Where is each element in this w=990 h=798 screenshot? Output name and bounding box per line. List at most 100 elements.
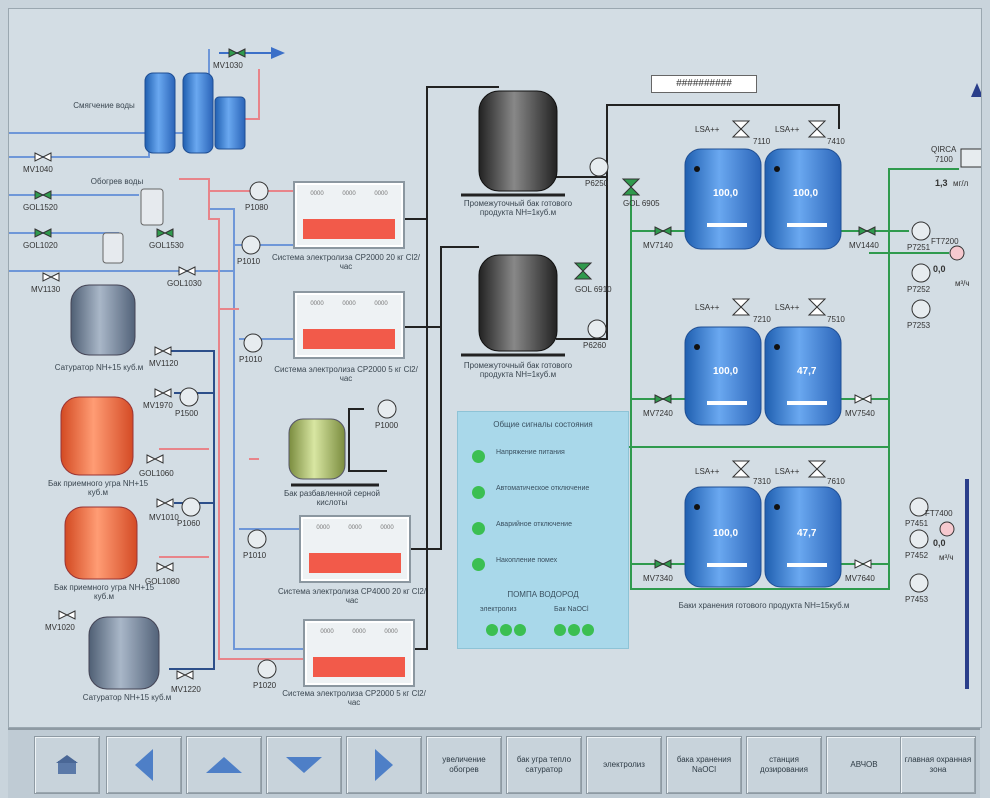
saturator-tank-1 [70,284,136,356]
sub-right-label: Бак NaOCl [554,606,589,613]
status-ok-icon [554,624,566,636]
pump-tag: P1080 [245,203,269,212]
flow2-tag: FT7400 [925,509,953,518]
intermediate-tank-1 [478,90,558,192]
alarm-bar [309,553,401,573]
home-button[interactable] [34,736,100,794]
electrolysis-unit-2[interactable]: 0000 0000 0000 [293,291,405,359]
arrow-down-icon [286,757,322,773]
intermediate-tank-2 [478,254,558,352]
tank-tag: 7610 [827,477,845,486]
status-ok-icon [582,624,594,636]
arrow-right-icon [375,749,393,781]
tank-level-6: 47,7 [797,528,817,539]
tank-level-3: 100,0 [713,366,739,377]
pump-tag: P7252 [907,285,931,294]
status-row: Аварийное отключение [472,518,622,540]
softener-tanks [144,72,246,154]
valve-tag: MV1440 [849,241,879,250]
nav-button-electrolysis[interactable]: электролиз [586,736,662,794]
nav-button-storage[interactable]: бака хранения NaOCl [666,736,742,794]
valve-tag: MV1020 [45,623,75,632]
pump-tag: P7253 [907,321,931,330]
valve-tag: GOL1030 [167,279,202,288]
alarm-bar [313,657,405,677]
status-ok-icon [472,450,485,463]
qirca-label: QIRCA [931,145,957,154]
status-ok-icon [514,624,526,636]
status-ok-icon [472,558,485,571]
electrolysis-unit-1[interactable]: 0000 0000 0000 [293,181,405,249]
qirca-tag: 7100 [935,155,953,164]
electrolysis-caption: Система электролиза CP2000 5 кг Cl2/час [282,689,426,707]
heater [140,188,164,226]
inter1-label: Промежуточный бак готового продукта NH=1… [463,199,573,217]
valve-tag: MV7540 [845,409,875,418]
outlet-arrow-icon [271,47,285,59]
lsa-tag: LSA++ [695,125,720,134]
lsa-tag: LSA++ [775,125,800,134]
storage-label: Баки хранения готового продукта NH=15куб… [678,601,850,610]
nav-button-saturator[interactable]: бак угра тепло сатуратор [506,736,582,794]
tank-tag: 7510 [827,315,845,324]
nav-button-main[interactable]: главная охранная зона [900,736,976,794]
lsa-tag: LSA++ [695,467,720,476]
electrolysis-unit-3[interactable]: 0000 0000 0000 [299,515,411,583]
home-icon [56,755,78,774]
flow-arrow-icon [971,83,981,97]
status-row: Накопление помех [472,554,622,576]
qirca-value: 1,3 [935,178,948,188]
nav-button-heating[interactable]: увеличение обогрев [426,736,502,794]
down-arrow-button[interactable] [266,736,342,794]
status-ok-icon [500,624,512,636]
qirca-unit: мг/л [953,179,969,188]
sub-left-label: электролиз [480,606,517,613]
valve-tag: GOL 6905 [623,199,660,208]
pump-tag: P1010 [239,355,263,364]
status-row: Напряжение питания [472,446,622,468]
right-arrow-button[interactable] [346,736,422,794]
heater-label: Обогрев воды [90,177,144,186]
pump-tag: P1020 [253,681,277,690]
inter2-label: Промежуточный бак готового продукта NH=1… [463,361,573,379]
tank-tag: 7310 [753,477,771,486]
valve-tag: GOL1020 [23,241,58,250]
brine1-label: Бак приемного угра NH+15 куб.м [47,479,149,497]
tank-level-4: 47,7 [797,366,817,377]
up-arrow-button[interactable] [186,736,262,794]
flowmeter-icons [939,245,965,537]
valve-tag: MV1120 [149,359,179,368]
status-ok-icon [472,522,485,535]
valve-tag: MV1040 [23,165,53,174]
pump-tag: P1010 [243,551,267,560]
saturator-tank-2 [88,616,160,690]
valve-tag: MV1970 [143,401,173,410]
pump-tag: P1000 [375,421,399,430]
electrolysis-unit-4[interactable]: 0000 0000 0000 [303,619,415,687]
nav-button-dosing[interactable]: станция дозирования [746,736,822,794]
status-row: Автоматическое отключение [472,482,622,504]
flow1-unit: м³/ч [955,279,970,288]
acid-label: Бак разбавленной серной кислоты [283,489,381,507]
valve-tag: GOL1530 [149,241,184,250]
pump-tag: P1060 [177,519,201,528]
status-ok-icon [568,624,580,636]
nav-button-alarms[interactable]: АВЧОВ [826,736,902,794]
status-title: Общие сигналы состояния [493,420,593,429]
pump-tag: P6250 [585,179,609,188]
electrolysis-caption: Система электролиза CP2000 5 кг Cl2/час [274,365,418,383]
pump-tag: P6260 [583,341,607,350]
valve-tag: GOL1060 [139,469,174,478]
left-arrow-button[interactable] [106,736,182,794]
valve-tag: GOL 6910 [575,285,612,294]
valve-tag: MV7340 [643,574,673,583]
value-display: ########## [651,75,757,93]
pump-tag: P7251 [907,243,931,252]
tank-tag: 7210 [753,315,771,324]
pump-tag: P1010 [237,257,261,266]
valve-tag: MV7240 [643,409,673,418]
storage-tanks [684,148,842,588]
scada-screen: ########## Смягчение воды Обогрев воды С… [8,8,982,728]
tank-tag: 7110 [753,137,771,146]
flow2-unit: м³/ч [939,553,954,562]
